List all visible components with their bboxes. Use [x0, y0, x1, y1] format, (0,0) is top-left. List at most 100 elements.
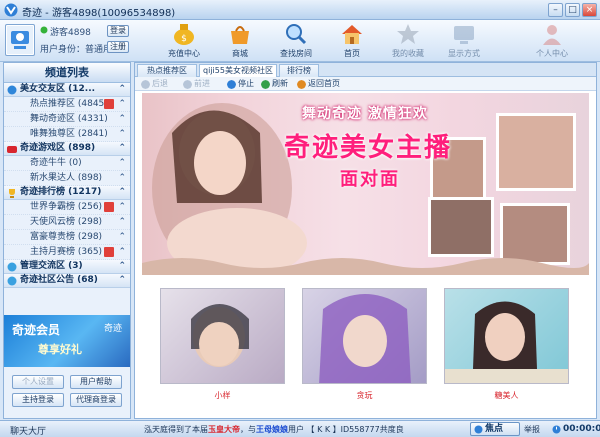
expand-icon[interactable]: ⌃: [118, 127, 126, 141]
notice-icon: [7, 276, 17, 286]
avatar[interactable]: [5, 24, 35, 56]
browser-nav-bar: 后退 前进 停止 刷新 返回首页: [135, 77, 596, 91]
channel-item[interactable]: 奇迹牛牛 (0) ⌃: [4, 156, 130, 171]
display-mode-icon: [454, 26, 474, 44]
host-name[interactable]: 糖美人: [444, 390, 569, 401]
star-icon: [397, 24, 419, 44]
collapse-icon[interactable]: ⌃: [118, 186, 126, 199]
hot-badge-icon: [104, 247, 114, 257]
focus-button[interactable]: 焦点: [470, 422, 520, 436]
toolbar-find-room[interactable]: 查找房间: [274, 22, 318, 60]
collapse-icon[interactable]: ⌃: [118, 83, 126, 96]
shop-icon: [231, 26, 249, 44]
expand-icon[interactable]: ⌃: [118, 274, 126, 287]
expand-icon[interactable]: ⌃: [118, 112, 126, 126]
personal-settings-button[interactable]: 个人设置: [12, 375, 64, 389]
channel-item[interactable]: 世界争霸榜 (256) ⌃: [4, 200, 130, 215]
refresh-button[interactable]: 刷新: [261, 78, 288, 90]
banner-headline: 奇迹美女主播: [284, 133, 453, 163]
minimize-button[interactable]: –: [548, 3, 563, 17]
expand-icon[interactable]: ⌃: [118, 215, 126, 229]
channel-item[interactable]: 舞动奇迹区 (4331) ⌃: [4, 112, 130, 127]
promo-banner[interactable]: 舞动奇迹 激情狂欢 奇迹美女主播 面对面: [142, 93, 589, 275]
tab-video-community[interactable]: qiji55美女视频社区: [199, 64, 277, 78]
stop-button[interactable]: 停止: [227, 78, 254, 90]
svg-text:$: $: [181, 34, 187, 44]
channel-item[interactable]: 唯舞独尊区 (2841) ⌃: [4, 127, 130, 142]
category-admin[interactable]: 管理交流区 (3) ⌃: [4, 260, 130, 274]
back-arrow-icon: [141, 80, 150, 89]
globe-icon: [7, 85, 17, 95]
stop-icon: [227, 80, 236, 89]
trophy-icon: [9, 189, 15, 198]
toolbar-favorites[interactable]: 我的收藏: [386, 22, 430, 60]
expand-icon[interactable]: ⌃: [118, 97, 126, 111]
admin-icon: [7, 262, 17, 272]
toolbar-display-mode[interactable]: 显示方式: [442, 22, 486, 60]
window-title: 奇迹 - 游客4898(10096534898): [22, 8, 176, 19]
back-button[interactable]: 后退: [141, 78, 168, 90]
maximize-button[interactable]: □: [565, 3, 580, 17]
host-name[interactable]: 小样: [160, 390, 285, 401]
tab-hot-recommend[interactable]: 热点推荐区 (4845): [137, 64, 197, 86]
channel-item[interactable]: 富豪尊贵榜 (298) ⌃: [4, 230, 130, 245]
host-name[interactable]: 贪玩: [302, 390, 427, 401]
collapse-icon[interactable]: ⌃: [118, 142, 126, 155]
host-thumbnail[interactable]: [302, 288, 427, 384]
channel-item[interactable]: 热点推荐区 (4845) ⌃: [4, 97, 130, 112]
user-help-button[interactable]: 用户帮助: [70, 375, 122, 389]
vip-promo-banner[interactable]: 奇迹会员 尊享好礼 奇迹: [4, 315, 130, 367]
sidebar-title: 频道列表: [4, 63, 130, 83]
focus-icon: [474, 425, 483, 434]
category-beauty-social[interactable]: 美女交友区 (12... ⌃: [4, 83, 130, 97]
host-thumbnail[interactable]: [160, 288, 285, 384]
host-photo: [445, 301, 568, 383]
expand-icon[interactable]: ⌃: [118, 171, 126, 185]
channel-item[interactable]: 新水果达人 (898) ⌃: [4, 171, 130, 186]
host-thumbnail[interactable]: [444, 288, 569, 384]
channel-item[interactable]: 主持月赛榜 (365) ⌃: [4, 245, 130, 260]
report-button[interactable]: 举报: [524, 424, 540, 435]
category-games[interactable]: 奇迹游戏区 (898) ⌃: [4, 142, 130, 156]
toolbar-shop[interactable]: 商城: [218, 22, 262, 60]
expand-icon[interactable]: ⌃: [118, 260, 126, 273]
app-logo-icon: [4, 3, 18, 17]
clock-icon: [552, 425, 561, 434]
expand-icon[interactable]: ⌃: [118, 200, 126, 214]
coin-bag-icon: $: [174, 24, 194, 45]
login-button[interactable]: 登录: [107, 25, 129, 37]
title-bar: 奇迹 - 游客4898(10096534898) – □ ×: [0, 0, 600, 20]
home-icon: [342, 25, 362, 44]
tab-rankings[interactable]: 排行榜: [279, 64, 319, 77]
home-icon: [297, 80, 306, 89]
category-rankings[interactable]: 奇迹排行榜 (1217) ⌃: [4, 186, 130, 200]
banner-slogan: 舞动奇迹 激情狂欢: [302, 106, 428, 122]
banner-subheadline: 面对面: [340, 169, 400, 190]
register-button[interactable]: 注册: [107, 41, 129, 53]
expand-icon[interactable]: ⌃: [118, 230, 126, 244]
expand-icon[interactable]: ⌃: [118, 245, 126, 259]
channel-item[interactable]: 天使风云榜 (298) ⌃: [4, 215, 130, 230]
agent-login-button[interactable]: 代理商登录: [70, 393, 122, 407]
toolbar-personal-center[interactable]: 个人中心: [530, 22, 574, 60]
return-home-button[interactable]: 返回首页: [297, 78, 340, 90]
toolbar-recharge[interactable]: $ 充值中心: [162, 22, 206, 60]
forward-button[interactable]: 前进: [183, 78, 210, 90]
host-photo: [191, 304, 249, 367]
refresh-icon: [261, 80, 270, 89]
announcement-marquee: 泓天庭得到了本届玉皇大帝，与王母娘娘用户 【 K K 】ID558777共度良: [144, 425, 404, 434]
host-photo: [319, 294, 411, 383]
session-timer: 00:00:00: [552, 424, 600, 434]
chat-hall-label[interactable]: 聊天大厅: [10, 424, 46, 437]
expand-icon[interactable]: ⌃: [118, 156, 126, 170]
category-announcements[interactable]: 奇迹社区公告 (68) ⌃: [4, 274, 130, 288]
host-thumbnail-list: 小样 贪玩 糖美人: [142, 280, 589, 416]
person-icon: [543, 25, 561, 45]
toolbar-home[interactable]: 首页: [330, 22, 374, 60]
online-status-icon: [40, 26, 48, 34]
hot-badge-icon: [104, 99, 114, 109]
host-login-button[interactable]: 主持登录: [12, 393, 64, 407]
header: 游客4898 登录 用户身份：普通用户 注册 $ 充值中心 商城 查找房间 首页…: [0, 20, 600, 62]
channel-sidebar: 频道列表 美女交友区 (12... ⌃ 热点推荐区 (4845) ⌃ 舞动奇迹区 (…: [3, 62, 131, 419]
close-button[interactable]: ×: [582, 3, 597, 17]
